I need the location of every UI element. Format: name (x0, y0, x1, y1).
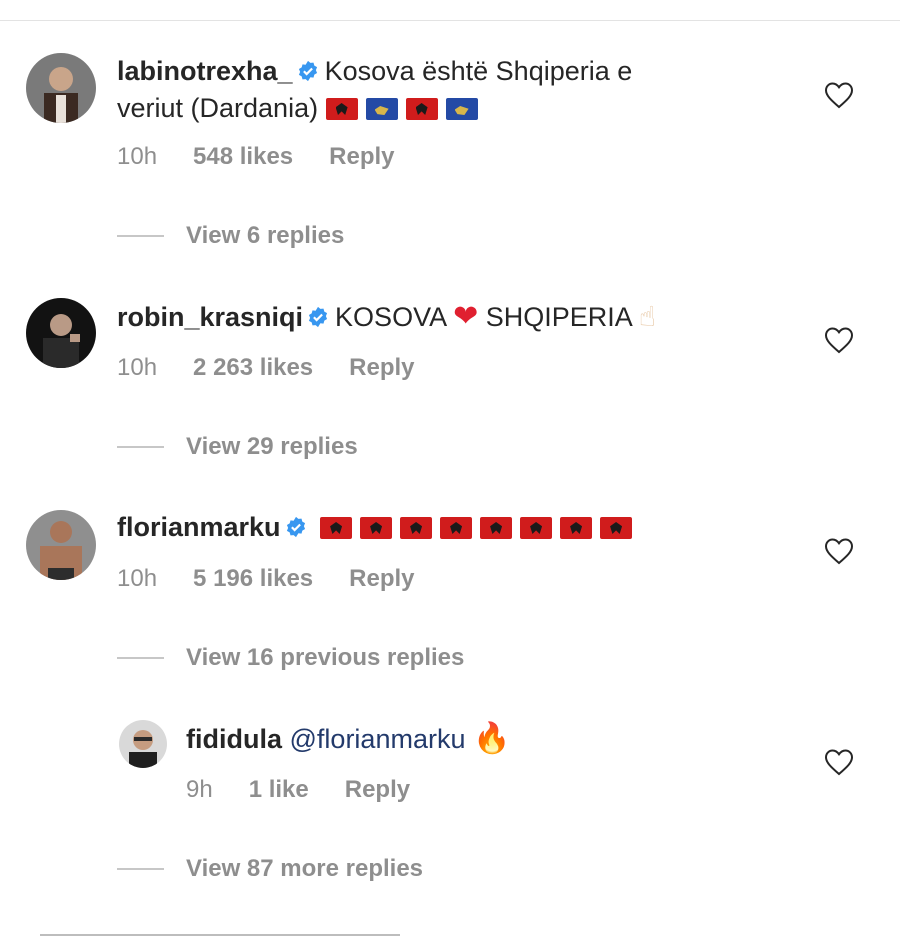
kosovo-flag-icon (365, 98, 398, 120)
albania-flag-icon (520, 517, 553, 539)
top-divider (0, 20, 900, 21)
reply-button[interactable]: Reply (329, 143, 394, 170)
red-heart-icon: ❤ (453, 300, 479, 333)
view-replies-button[interactable]: View 6 replies (186, 222, 344, 250)
username[interactable]: florianmarku (117, 512, 281, 542)
heart-outline-icon[interactable] (824, 81, 854, 109)
timestamp: 10h (117, 565, 158, 592)
albania-flag-icon (325, 98, 358, 120)
comment-body-line1: Kosova është Shqiperia e (324, 56, 633, 86)
timestamp: 10h (117, 354, 158, 381)
comment-meta: 10h 5 196 likes Reply (117, 565, 451, 593)
likes-count[interactable]: 1 like (249, 776, 309, 803)
view-more-replies-button[interactable]: View 87 more replies (186, 855, 423, 883)
view-previous-replies-button[interactable]: View 16 previous replies (186, 644, 464, 672)
fire-icon: 🔥 (473, 722, 511, 755)
likes-count[interactable]: 548 likes (193, 143, 293, 170)
thread-line (117, 868, 164, 870)
comment-text: florianmarku (117, 509, 817, 546)
avatar[interactable] (26, 53, 96, 123)
comment-body-b: SHQIPERIA (485, 302, 632, 332)
albania-flag-icon (360, 517, 393, 539)
albania-flag-icon (480, 517, 513, 539)
reply-button[interactable]: Reply (349, 565, 414, 592)
heart-outline-icon[interactable] (824, 537, 854, 565)
avatar[interactable] (26, 298, 96, 368)
kosovo-flag-icon (445, 98, 478, 120)
albania-flag-icon (440, 517, 473, 539)
username[interactable]: fididula (186, 724, 282, 754)
albania-flag-icon (405, 98, 438, 120)
comment-text: fididula @florianmarku 🔥 (186, 720, 786, 758)
reply-button[interactable]: Reply (349, 354, 414, 381)
reply-button[interactable]: Reply (345, 776, 410, 803)
username[interactable]: robin_krasniqi (117, 302, 303, 332)
comment-meta: 10h 2 263 likes Reply (117, 354, 451, 382)
thread-line (117, 657, 164, 659)
verified-badge-icon (308, 306, 328, 328)
pointing-up-icon: ☝ (638, 301, 656, 332)
comment-text: labinotrexha_ Kosova është Shqiperia e ve… (117, 53, 767, 127)
comment-body-line2: veriut (Dardania) (117, 93, 319, 123)
timestamp: 10h (117, 143, 158, 170)
verified-badge-icon (286, 516, 305, 538)
avatar[interactable] (119, 720, 167, 768)
thread-line (117, 235, 164, 237)
comment-body-a: KOSOVA (335, 302, 446, 332)
likes-count[interactable]: 5 196 likes (193, 565, 313, 592)
heart-outline-icon[interactable] (824, 326, 854, 354)
heart-outline-icon[interactable] (824, 748, 854, 776)
albania-flag-icon (320, 517, 353, 539)
username[interactable]: labinotrexha_ (117, 56, 293, 86)
likes-count[interactable]: 2 263 likes (193, 354, 313, 381)
verified-badge-icon (298, 60, 317, 82)
timestamp: 9h (186, 776, 213, 803)
next-comment-cutoff (40, 928, 440, 938)
avatar[interactable] (26, 510, 96, 580)
mention-link[interactable]: @florianmarku (290, 724, 466, 754)
comment-meta: 10h 548 likes Reply (117, 143, 431, 171)
albania-flag-icon (400, 517, 433, 539)
albania-flag-icon (560, 517, 593, 539)
thread-line (117, 446, 164, 448)
view-replies-button[interactable]: View 29 replies (186, 433, 358, 461)
comment-meta: 9h 1 like Reply (186, 776, 446, 804)
comment-text: robin_krasniqi KOSOVA ❤ SHQIPERIA ☝ (117, 298, 817, 336)
albania-flag-icon (600, 517, 633, 539)
